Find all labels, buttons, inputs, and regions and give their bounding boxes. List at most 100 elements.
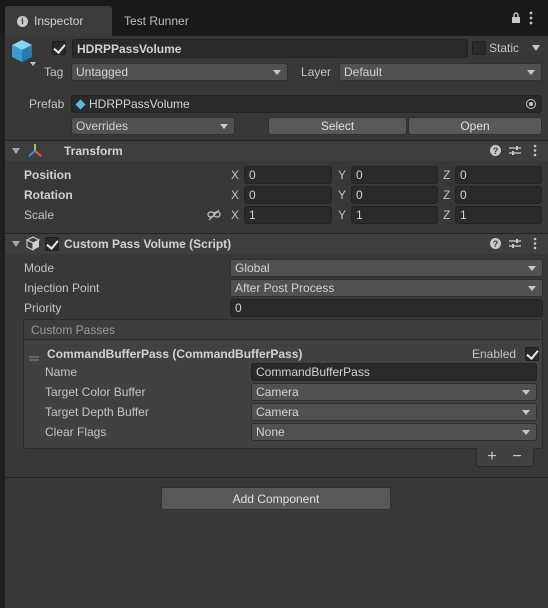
help-icon[interactable]: ? bbox=[490, 145, 501, 156]
axis-y-label[interactable]: Y bbox=[338, 166, 346, 184]
layer-label: Layer bbox=[301, 65, 332, 79]
injection-point-dropdown[interactable]: After Post Process bbox=[230, 279, 543, 297]
prefab-field[interactable]: HDRPPassVolume bbox=[71, 95, 542, 113]
divider bbox=[5, 477, 548, 478]
add-component-button[interactable]: Add Component bbox=[161, 487, 391, 510]
gameobject-name-field[interactable]: HDRPPassVolume bbox=[72, 39, 468, 58]
help-icon[interactable]: ? bbox=[490, 238, 501, 249]
target-depth-buffer-dropdown[interactable]: Camera bbox=[251, 403, 537, 421]
pass-enabled-checkbox[interactable] bbox=[525, 347, 539, 361]
scale-z-field[interactable]: 1 bbox=[455, 206, 542, 224]
drag-handle-icon[interactable] bbox=[29, 351, 39, 361]
tab-test-runner[interactable]: Test Runner bbox=[112, 6, 212, 36]
rotation-x-value: 0 bbox=[249, 188, 256, 202]
tab-test-runner-label: Test Runner bbox=[124, 14, 189, 28]
scale-x-field[interactable]: 1 bbox=[244, 206, 332, 224]
axis-y-label[interactable]: Y bbox=[338, 206, 346, 224]
rotation-y-field[interactable]: 0 bbox=[351, 186, 438, 204]
chevron-down-icon bbox=[522, 390, 530, 395]
priority-field[interactable]: 0 bbox=[230, 299, 543, 317]
prefab-cube-icon bbox=[75, 98, 86, 110]
rotation-y-value: 0 bbox=[356, 188, 363, 202]
axis-z-label[interactable]: Z bbox=[443, 206, 450, 224]
axis-x-label[interactable]: X bbox=[231, 186, 239, 204]
priority-label: Priority bbox=[24, 301, 62, 315]
more-options-icon[interactable] bbox=[533, 237, 537, 250]
foldout-arrow-icon[interactable] bbox=[12, 241, 20, 247]
layer-value: Default bbox=[344, 65, 383, 79]
axis-x-label[interactable]: X bbox=[231, 206, 239, 224]
chevron-down-icon bbox=[528, 286, 536, 291]
axis-y-label[interactable]: Y bbox=[338, 186, 346, 204]
pass-name-value: CommandBufferPass bbox=[256, 365, 370, 379]
add-pass-button[interactable]: + bbox=[483, 448, 501, 466]
scale-label: Scale bbox=[24, 208, 55, 222]
custom-passes-label: Custom Passes bbox=[31, 323, 116, 337]
overrides-label: Overrides bbox=[76, 119, 129, 133]
transform-icon bbox=[27, 143, 43, 159]
script-component-icon bbox=[25, 236, 41, 251]
target-color-buffer-dropdown[interactable]: Camera bbox=[251, 383, 537, 401]
tab-inspector[interactable]: i Inspector bbox=[5, 6, 112, 36]
gameobject-cube-icon bbox=[10, 38, 36, 66]
axis-z-label[interactable]: Z bbox=[443, 186, 450, 204]
injection-point-value: After Post Process bbox=[235, 281, 335, 295]
mode-dropdown[interactable]: Global bbox=[230, 259, 543, 277]
tab-bar: i Inspector Test Runner bbox=[0, 0, 548, 36]
scale-z-value: 1 bbox=[460, 208, 467, 222]
chevron-down-icon bbox=[522, 430, 530, 435]
chevron-down-icon bbox=[528, 266, 536, 271]
presets-icon[interactable] bbox=[509, 238, 521, 249]
layer-dropdown[interactable]: Default bbox=[339, 63, 542, 81]
pass-title: CommandBufferPass (CommandBufferPass) bbox=[47, 347, 303, 361]
open-button-label: Open bbox=[460, 119, 490, 133]
clear-flags-dropdown[interactable]: None bbox=[251, 423, 537, 441]
position-y-value: 0 bbox=[356, 168, 363, 182]
rotation-x-field[interactable]: 0 bbox=[244, 186, 332, 204]
active-checkbox[interactable] bbox=[52, 41, 66, 55]
mode-label: Mode bbox=[24, 261, 55, 275]
static-dropdown-icon[interactable] bbox=[532, 45, 540, 51]
select-button[interactable]: Select bbox=[268, 117, 407, 135]
tab-inspector-label: Inspector bbox=[34, 14, 84, 28]
remove-pass-button[interactable]: − bbox=[508, 448, 526, 466]
static-checkbox[interactable] bbox=[472, 41, 486, 55]
unlink-scale-icon[interactable] bbox=[207, 209, 221, 221]
tag-value: Untagged bbox=[76, 65, 129, 79]
axis-z-label[interactable]: Z bbox=[443, 166, 450, 184]
pass-name-field[interactable]: CommandBufferPass bbox=[251, 363, 537, 381]
position-z-value: 0 bbox=[460, 168, 467, 182]
priority-value: 0 bbox=[235, 301, 242, 315]
open-button[interactable]: Open bbox=[408, 117, 542, 135]
static-label: Static bbox=[489, 41, 520, 55]
rotation-label: Rotation bbox=[24, 188, 73, 202]
target-depth-buffer-label: Target Depth Buffer bbox=[45, 405, 149, 419]
component-enabled-checkbox[interactable] bbox=[45, 237, 59, 251]
position-x-field[interactable]: 0 bbox=[244, 166, 332, 184]
position-label: Position bbox=[24, 168, 72, 182]
prefab-label: Prefab bbox=[29, 97, 65, 111]
more-options-icon[interactable] bbox=[529, 11, 533, 25]
tag-dropdown[interactable]: Untagged bbox=[71, 63, 288, 81]
clear-flags-label: Clear Flags bbox=[45, 425, 107, 439]
foldout-arrow-icon[interactable] bbox=[12, 148, 20, 154]
scale-y-field[interactable]: 1 bbox=[351, 206, 438, 224]
chevron-down-icon bbox=[273, 70, 281, 75]
chevron-down-icon bbox=[220, 124, 228, 129]
chevron-down-icon bbox=[527, 70, 535, 75]
axis-x-label[interactable]: X bbox=[231, 166, 239, 184]
position-y-field[interactable]: 0 bbox=[351, 166, 438, 184]
pass-name-label: Name bbox=[45, 365, 78, 379]
target-color-buffer-label: Target Color Buffer bbox=[45, 385, 146, 399]
scale-y-value: 1 bbox=[356, 208, 363, 222]
gameobject-name: HDRPPassVolume bbox=[77, 41, 182, 56]
rotation-z-field[interactable]: 0 bbox=[455, 186, 542, 204]
clear-flags-value: None bbox=[256, 425, 285, 439]
chevron-down-icon bbox=[522, 410, 530, 415]
overrides-dropdown[interactable]: Overrides bbox=[71, 117, 235, 135]
presets-icon[interactable] bbox=[509, 145, 521, 156]
more-options-icon[interactable] bbox=[533, 144, 537, 157]
position-z-field[interactable]: 0 bbox=[455, 166, 542, 184]
lock-icon[interactable] bbox=[511, 12, 521, 23]
target-icon[interactable] bbox=[526, 99, 536, 109]
